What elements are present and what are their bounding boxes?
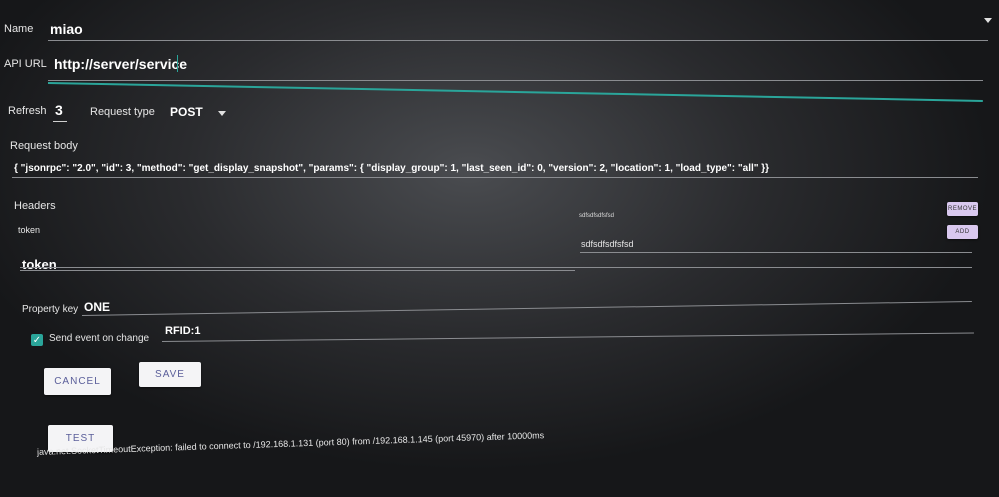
refresh-label: Refresh [8,105,47,117]
headers-label: Headers [14,200,56,212]
app-screen: Name miao API URL http://server/service … [0,0,999,497]
headers-divider [20,267,972,268]
send-event-input[interactable]: RFID:1 [165,325,200,337]
refresh-input[interactable]: 3 [55,102,63,118]
api-url-underline [48,80,983,81]
check-icon: ✓ [32,334,42,346]
chevron-down-icon[interactable] [984,18,992,23]
property-key-label: Property key [22,304,79,315]
add-button[interactable]: ADD [947,225,978,239]
cancel-button[interactable]: CANCEL [44,368,111,395]
name-input[interactable]: miao [50,21,83,37]
api-url-label: API URL [4,58,47,70]
chevron-down-icon[interactable] [218,111,226,116]
text-cursor [177,55,178,72]
property-key-input[interactable]: ONE [84,300,110,314]
send-event-label: Send event on change [49,333,150,344]
api-url-focus-line [47,82,983,102]
send-event-checkbox[interactable]: ✓ [31,334,43,346]
header-key-text: token [18,225,41,235]
header-value-text: sdfsdfsdfsfsd [579,213,615,219]
header-value-input[interactable]: sdfsdfsdfsfsd [581,239,634,249]
header-key-underline [20,270,575,271]
request-body-underline [12,177,978,178]
header-value-underline [580,252,972,253]
name-underline [48,40,988,41]
request-body-label: Request body [10,140,78,152]
send-event-underline [161,332,974,342]
request-body-input[interactable]: { "jsonrpc": "2.0", "id": 3, "method": "… [14,163,769,174]
api-url-input[interactable]: http://server/service [54,56,187,72]
request-type-select[interactable]: POST [170,105,203,119]
refresh-underline [53,121,67,122]
name-label: Name [4,23,34,35]
property-key-underline [81,301,972,316]
remove-button[interactable]: REMOVE [947,202,978,216]
request-type-label: Request type [90,106,155,118]
save-button[interactable]: SAVE [139,362,201,387]
